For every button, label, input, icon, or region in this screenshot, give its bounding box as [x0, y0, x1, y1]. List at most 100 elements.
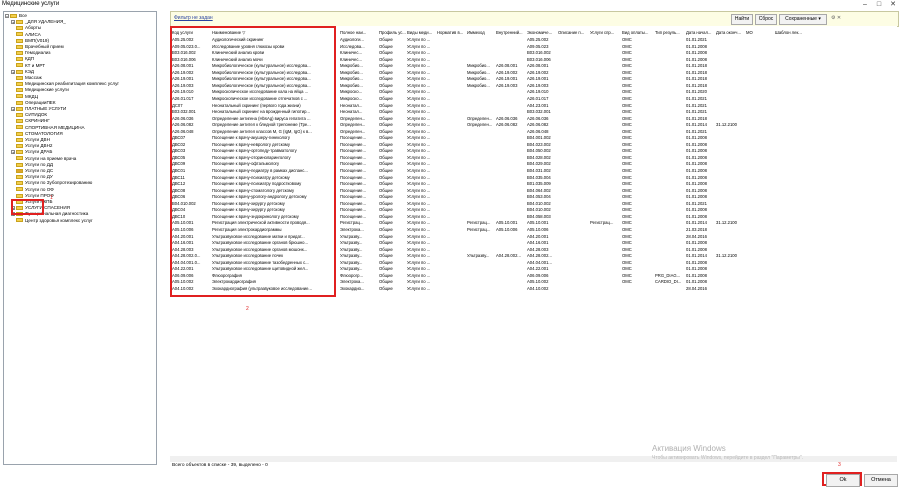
minimize-button[interactable]: –: [858, 0, 872, 9]
column-header[interactable]: Внутренний...: [496, 30, 526, 35]
table-cell: [590, 247, 621, 252]
table-cell: Регистрац...: [467, 226, 491, 232]
tree-item[interactable]: Массаж: [11, 75, 42, 81]
tree-item[interactable]: Медицинская реабилитация комплекс услуг: [11, 81, 119, 87]
ok-button[interactable]: Ok: [826, 474, 860, 487]
expander-icon[interactable]: +: [11, 150, 15, 155]
column-header[interactable]: Профиль ус...: [379, 30, 406, 35]
tree-item[interactable]: Услуги ПРОФ: [11, 193, 54, 199]
tree-item[interactable]: Услуги по ДД: [11, 162, 53, 168]
expander-icon[interactable]: +: [11, 69, 15, 74]
column-header[interactable]: Полное наи...: [340, 30, 378, 35]
reset-button[interactable]: Сброс: [755, 14, 777, 25]
tree-item[interactable]: Медицинские услуги: [11, 87, 69, 93]
table-cell: Определен...: [467, 115, 493, 121]
table-cell: ОМС: [622, 148, 632, 154]
tree-item[interactable]: + ПЛАТНЫЕ УСЛУГИ: [11, 106, 66, 112]
table-cell: [775, 76, 815, 81]
tree-item[interactable]: − Все: [5, 13, 27, 19]
tree-item-label: СИТИДОК: [25, 112, 48, 118]
tree-item[interactable]: КТ и МРТ: [11, 63, 45, 69]
tree-item[interactable]: Услуги по ДУ: [11, 174, 53, 180]
table-cell: [437, 260, 466, 265]
tree-item[interactable]: ВМП(V019): [11, 38, 49, 44]
expander-icon[interactable]: +: [11, 19, 15, 24]
table-cell: 31.12.2100: [716, 122, 737, 128]
tree-item[interactable]: Услуги ДВН2: [11, 143, 52, 149]
maximize-button[interactable]: □: [872, 0, 886, 9]
tree-item[interactable]: Врачебный прием: [11, 44, 64, 50]
table-cell: [558, 50, 589, 55]
tree-item[interactable]: СПОРТИВНАЯ МЕДИЦИНА: [11, 125, 85, 131]
column-header[interactable]: Услуги спр...: [590, 30, 621, 35]
tree-item[interactable]: Услуги по ОФ: [11, 187, 54, 193]
tree-item[interactable]: Аборты: [11, 25, 41, 31]
table-cell: [590, 37, 621, 42]
column-header[interactable]: Дата начал...: [686, 30, 715, 35]
tree-item[interactable]: КДП: [11, 56, 34, 62]
column-header[interactable]: Дата оконч...: [716, 30, 745, 35]
expander-icon[interactable]: +: [11, 106, 15, 111]
table-cell: [716, 155, 745, 160]
tree-item[interactable]: СКРИНИНГ: [11, 118, 50, 124]
column-header[interactable]: Экономиче...: [527, 30, 557, 35]
column-header[interactable]: Вид оплаты...: [622, 30, 654, 35]
table-cell: [746, 129, 774, 134]
table-cell: [558, 37, 589, 42]
table-cell: Микробио...: [467, 82, 490, 88]
column-header[interactable]: МО: [746, 30, 774, 35]
tree-item[interactable]: Гемодиализ: [11, 50, 51, 56]
expander-icon[interactable]: −: [5, 13, 9, 18]
tree-item[interactable]: Услуги ДВН: [11, 137, 50, 143]
column-header[interactable]: Норматив в...: [437, 30, 466, 35]
tree-item[interactable]: Услуги на приеме врача: [11, 156, 76, 162]
table-cell: [558, 122, 589, 127]
column-header[interactable]: Иммеход: [467, 30, 495, 35]
table-cell: [746, 57, 774, 62]
folder-icon: [16, 75, 23, 80]
table-cell: [746, 286, 774, 291]
tree-item[interactable]: СИТИДОК: [11, 112, 47, 118]
tree-item[interactable]: АЛИСА: [11, 32, 41, 38]
tree-item[interactable]: СТОМАТОЛОГИЯ: [11, 131, 63, 137]
column-header[interactable]: Шаблон лек...: [775, 30, 815, 35]
tree-item[interactable]: ОперацииПЕК: [11, 100, 56, 106]
table-cell: [496, 286, 526, 291]
close-button[interactable]: ✕: [886, 0, 900, 9]
table-cell: A04.28.002...: [527, 253, 552, 259]
table-cell: Услуги по ...: [407, 207, 431, 213]
tree-item[interactable]: Услуги по Зубопротезированию: [11, 180, 92, 186]
table-cell: PRG_DIAG...: [655, 272, 681, 278]
table-cell: [716, 129, 745, 134]
saved-filters-dropdown[interactable]: Сохраненные ▾: [779, 14, 827, 25]
tree-item[interactable]: МКДЦ: [11, 94, 38, 100]
table-cell: 01.01.2008: [686, 174, 707, 180]
settings-icon[interactable]: ⚙ ✕: [829, 14, 843, 23]
column-header[interactable]: Тип резуль...: [655, 30, 685, 35]
table-cell: [716, 63, 745, 68]
category-tree[interactable]: − Все + _ДЛЯ УДАЛЕНИЯ_ Аборты АЛИСА ВМП(V019) В…: [3, 11, 157, 465]
column-header[interactable]: Виды меди...: [407, 30, 436, 35]
folder-icon: [16, 131, 23, 136]
tree-item[interactable]: Услуги по ДС: [11, 168, 53, 174]
table-cell: [437, 142, 466, 147]
window-title: Медицинские услуги: [2, 1, 60, 7]
table-cell: [496, 129, 526, 134]
cancel-button[interactable]: Отмена: [864, 474, 898, 487]
folder-icon: [16, 125, 23, 130]
tree-item[interactable]: + _ДЛЯ УДАЛЕНИЯ_: [11, 19, 66, 25]
column-header[interactable]: Описание п...: [558, 30, 589, 35]
table-cell: ОМС: [622, 43, 632, 49]
table-cell: Посещение...: [340, 200, 366, 206]
filter-link[interactable]: Фильтр не задан: [174, 15, 213, 21]
tree-item[interactable]: + Услуги ДРАБ: [11, 149, 52, 155]
table-cell: Общие: [379, 102, 393, 108]
table-cell: Услуги по ...: [407, 266, 431, 272]
tree-item[interactable]: + КЭД: [11, 69, 34, 75]
table-cell: Общие: [379, 272, 393, 278]
table-cell: Услуги по ...: [407, 56, 431, 62]
table-cell: ОМС: [622, 69, 632, 75]
table-cell: ОМС: [622, 226, 632, 232]
find-button[interactable]: Найти: [731, 14, 753, 25]
tree-item[interactable]: Центр здоровья комплекс услуг: [11, 218, 93, 224]
